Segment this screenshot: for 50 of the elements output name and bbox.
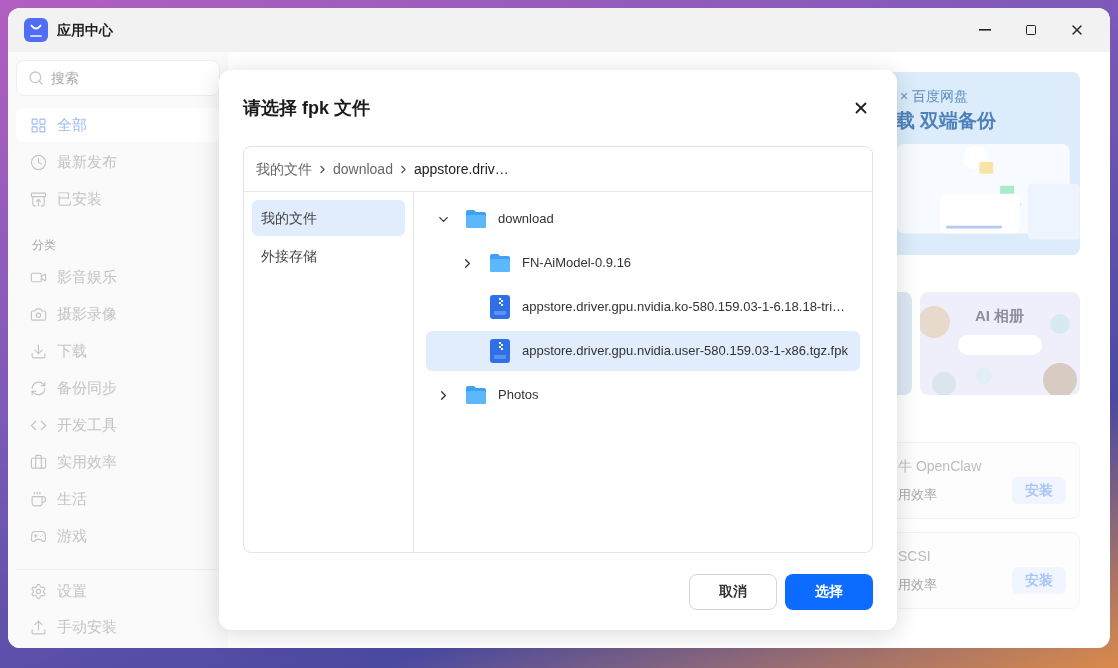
camera-icon bbox=[30, 305, 47, 323]
dialog-title: 请选择 fpk 文件 bbox=[243, 96, 370, 120]
banner-title: 载 双端备份 bbox=[895, 109, 998, 133]
package-file-icon bbox=[490, 295, 510, 319]
search-icon bbox=[28, 70, 44, 86]
file-row[interactable]: appstore.driver.gpu.nvidia.user-580.159.03-1-x86.tgz.fpk bbox=[426, 331, 860, 371]
file-row[interactable]: appstore.driver.gpu.nvidia.ko-580.159.03-1-6.18.18-tri… bbox=[426, 287, 860, 327]
folder-icon bbox=[464, 209, 488, 229]
select-button[interactable]: 选择 bbox=[785, 573, 873, 610]
grid-icon bbox=[30, 116, 47, 134]
breadcrumb-item[interactable]: 我的文件 bbox=[256, 158, 312, 180]
cancel-button[interactable]: 取消 bbox=[689, 573, 777, 610]
upload-icon bbox=[30, 618, 47, 636]
file-name: download bbox=[498, 210, 554, 229]
album-title: AI 相册 bbox=[975, 306, 1025, 326]
search-field[interactable]: 搜索 bbox=[16, 60, 220, 96]
settings-icon bbox=[30, 582, 47, 600]
section-label: 分类 bbox=[32, 237, 57, 254]
location-item[interactable]: 外接存储 bbox=[252, 238, 405, 274]
install-button[interactable]: 安装 bbox=[1012, 477, 1066, 504]
location-item[interactable]: 我的文件 bbox=[252, 200, 405, 236]
folder-icon bbox=[488, 253, 512, 273]
folder-row[interactable]: Photos bbox=[426, 375, 860, 415]
app-name: 牛 OpenClaw bbox=[898, 457, 982, 477]
file-name: appstore.driver.gpu.nvidia.user-580.159.03-1-x86.tgz.fpk bbox=[522, 342, 848, 361]
folder-icon bbox=[464, 385, 488, 405]
app-category: 用效率 bbox=[898, 576, 937, 595]
clock-icon bbox=[30, 153, 47, 171]
minimize-icon bbox=[979, 29, 991, 31]
breadcrumb-item[interactable]: appstore.driv… bbox=[413, 158, 509, 180]
app-category: 用效率 bbox=[898, 486, 938, 505]
maximize-icon bbox=[1025, 24, 1037, 36]
package-file-icon bbox=[490, 339, 510, 363]
file-name: FN-AiModel-0.9.16 bbox=[522, 254, 632, 273]
archive-icon bbox=[30, 190, 47, 208]
breadcrumb-item[interactable]: download bbox=[333, 158, 393, 180]
download-icon bbox=[30, 342, 47, 360]
banner-subtitle: × 百度网盘 bbox=[899, 87, 970, 106]
install-button[interactable]: 安装 bbox=[1012, 567, 1066, 594]
folder-row[interactable]: download bbox=[426, 199, 860, 239]
file-name: appstore.driver.gpu.nvidia.ko-580.159.03-1-6.18.18-tri… bbox=[522, 298, 846, 317]
sidebar-item[interactable]: 全部 bbox=[16, 108, 220, 142]
cup-icon bbox=[30, 490, 47, 508]
store-logo-icon bbox=[24, 18, 48, 42]
briefcase-icon bbox=[30, 453, 47, 471]
folder-row[interactable]: FN-AiModel-0.9.16 bbox=[426, 243, 860, 283]
window-title: 应用中心 bbox=[57, 20, 113, 40]
sync-icon bbox=[30, 379, 47, 397]
file-name: Photos bbox=[498, 386, 539, 405]
app-name: SCSI bbox=[898, 547, 932, 567]
